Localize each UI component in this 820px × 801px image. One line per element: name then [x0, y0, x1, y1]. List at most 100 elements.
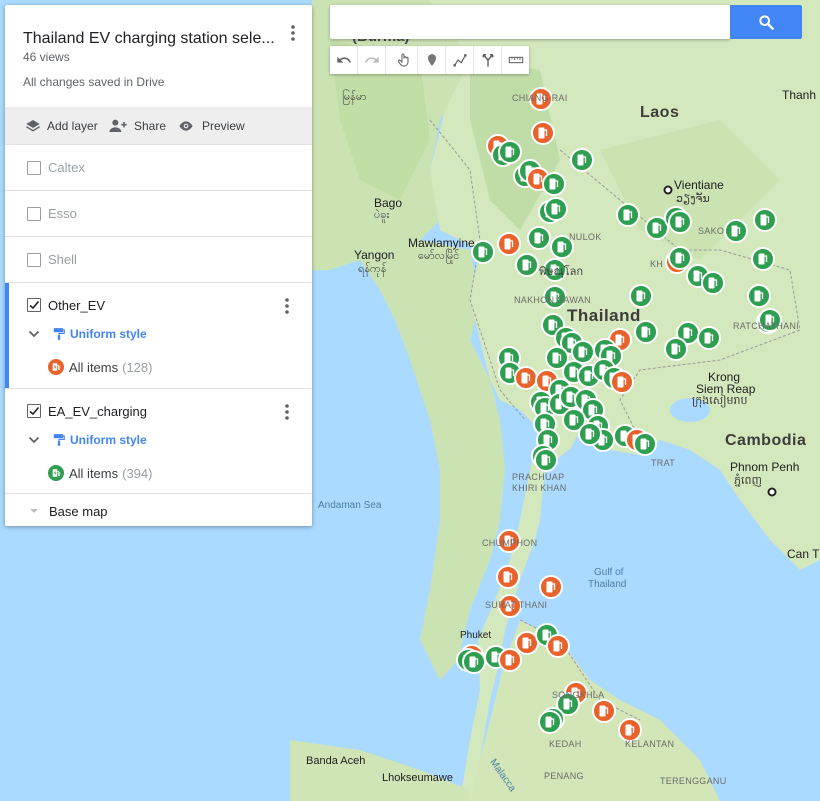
ea-ev-marker[interactable]	[753, 208, 777, 232]
other-ev-marker[interactable]	[546, 634, 570, 658]
ruler-icon	[508, 56, 523, 64]
map-search-box[interactable]	[330, 5, 730, 39]
ea-ev-marker[interactable]	[697, 326, 721, 350]
ea-ev-marker[interactable]	[550, 235, 574, 259]
ea-ev-marker[interactable]	[544, 197, 568, 221]
map-title[interactable]: Thailand EV charging station sele...	[23, 30, 278, 48]
preview-button[interactable]: Preview	[176, 107, 245, 144]
layer-ea-ev-charging-options-button[interactable]	[277, 402, 297, 422]
ea-ev-marker[interactable]	[471, 240, 495, 264]
ea-ev-marker[interactable]	[724, 219, 748, 243]
ea-ev-marker[interactable]	[534, 448, 558, 472]
hand-tool-button[interactable]	[390, 46, 418, 74]
layer-ea-ev-charging-style-button[interactable]: Uniform style	[52, 433, 147, 447]
draw-line-button[interactable]	[446, 46, 474, 74]
save-status: All changes saved in Drive	[23, 75, 165, 89]
ea-ev-marker[interactable]	[515, 253, 539, 277]
other-ev-marker[interactable]	[498, 594, 522, 618]
ea-ev-marker[interactable]	[538, 710, 562, 734]
undo-button[interactable]	[330, 46, 358, 74]
other-ev-marker[interactable]	[529, 87, 553, 111]
ea-ev-marker[interactable]	[570, 148, 594, 172]
base-map-row[interactable]: Base map	[5, 493, 312, 526]
ea-ev-marker[interactable]	[616, 203, 640, 227]
undo-icon	[336, 56, 351, 63]
other-ev-marker[interactable]	[515, 631, 539, 655]
ea-ev-marker[interactable]	[701, 271, 725, 295]
capital-city-dot	[767, 487, 777, 497]
add-directions-button[interactable]	[474, 46, 502, 74]
collapse-chevron-icon[interactable]	[28, 328, 40, 340]
other-ev-marker[interactable]	[497, 529, 521, 553]
ea-ev-marker[interactable]	[498, 140, 522, 164]
ea-ev-marker[interactable]	[633, 432, 657, 456]
layer-other-ev-items-count: (128)	[122, 359, 153, 375]
ea-ev-marker[interactable]	[543, 285, 567, 309]
layer-other-ev-options-button[interactable]	[277, 296, 297, 316]
layer-ea-ev-charging-name: EA_EV_charging	[48, 404, 148, 419]
preview-label: Preview	[202, 118, 245, 133]
base-map-expand-icon[interactable]	[28, 505, 40, 517]
views-count: 46 views	[23, 50, 70, 64]
ea-ev-marker[interactable]	[668, 246, 692, 270]
redo-icon	[364, 56, 379, 63]
other-ev-marker[interactable]	[531, 121, 555, 145]
add-marker-button[interactable]	[418, 46, 446, 74]
other-ev-marker[interactable]	[539, 575, 563, 599]
layer-other-ev-style-button[interactable]: Uniform style	[52, 327, 147, 341]
redo-button[interactable]	[358, 46, 386, 74]
layer-shell[interactable]: Shell	[5, 236, 312, 283]
layer-ea-ev-charging-checkbox[interactable]	[27, 404, 41, 418]
other-ev-marker[interactable]	[496, 565, 520, 589]
ea-ev-marker[interactable]	[664, 337, 688, 361]
layer-esso[interactable]: Esso	[5, 190, 312, 237]
ea-ev-marker[interactable]	[543, 258, 567, 282]
ea-ev-marker[interactable]	[578, 422, 602, 446]
search-input[interactable]	[340, 5, 724, 39]
measure-button[interactable]	[502, 46, 529, 74]
other-ev-marker[interactable]	[610, 370, 634, 394]
layer-other-ev-all-items[interactable]: All items (128)	[48, 359, 152, 375]
capital-city-dot	[663, 185, 673, 195]
ea-ev-marker[interactable]	[668, 210, 692, 234]
ev-station-orange-icon	[48, 359, 64, 375]
ea-ev-marker[interactable]	[527, 226, 551, 250]
search-icon	[759, 15, 774, 30]
panel-toolbar: Add layer Share Preview	[5, 107, 312, 144]
layer-esso-checkbox[interactable]	[27, 207, 41, 221]
map-tools-bar	[330, 46, 529, 74]
layer-shell-checkbox[interactable]	[27, 253, 41, 267]
share-button[interactable]: Share	[108, 107, 166, 144]
map-options-button[interactable]	[283, 23, 303, 43]
layer-ea-ev-charging-all-items[interactable]: All items (394)	[48, 465, 152, 481]
hand-icon	[397, 53, 409, 67]
layer-caltex[interactable]: Caltex	[5, 144, 312, 191]
search-button[interactable]	[730, 5, 802, 39]
more-vert-icon	[291, 25, 295, 41]
layer-other-ev[interactable]: Other_EV Uniform style All items (128)	[5, 282, 312, 388]
ea-ev-marker[interactable]	[751, 247, 775, 271]
layer-caltex-checkbox[interactable]	[27, 161, 41, 175]
paint-roller-icon	[53, 434, 65, 446]
ea-ev-marker[interactable]	[758, 308, 782, 332]
layer-other-ev-checkbox[interactable]	[27, 298, 41, 312]
ea-ev-marker[interactable]	[542, 172, 566, 196]
ea-ev-marker[interactable]	[629, 284, 653, 308]
ea-ev-marker[interactable]	[747, 284, 771, 308]
layers-panel: Thailand EV charging station sele... 46 …	[5, 5, 312, 526]
layer-ea-ev-charging[interactable]: EA_EV_charging Uniform style All items (…	[5, 388, 312, 494]
other-ev-marker[interactable]	[514, 366, 538, 390]
directions-icon	[482, 54, 493, 67]
base-map-label: Base map	[49, 504, 108, 519]
other-ev-marker[interactable]	[618, 718, 642, 742]
other-ev-marker[interactable]	[497, 232, 521, 256]
ea-ev-marker[interactable]	[462, 650, 486, 674]
paint-roller-icon	[53, 328, 65, 340]
collapse-chevron-icon[interactable]	[28, 434, 40, 446]
other-ev-marker[interactable]	[592, 699, 616, 723]
layers-icon	[25, 119, 41, 131]
ea-ev-marker[interactable]	[571, 340, 595, 364]
add-layer-button[interactable]: Add layer	[25, 107, 98, 144]
ea-ev-marker[interactable]	[634, 320, 658, 344]
other-ev-marker[interactable]	[498, 648, 522, 672]
